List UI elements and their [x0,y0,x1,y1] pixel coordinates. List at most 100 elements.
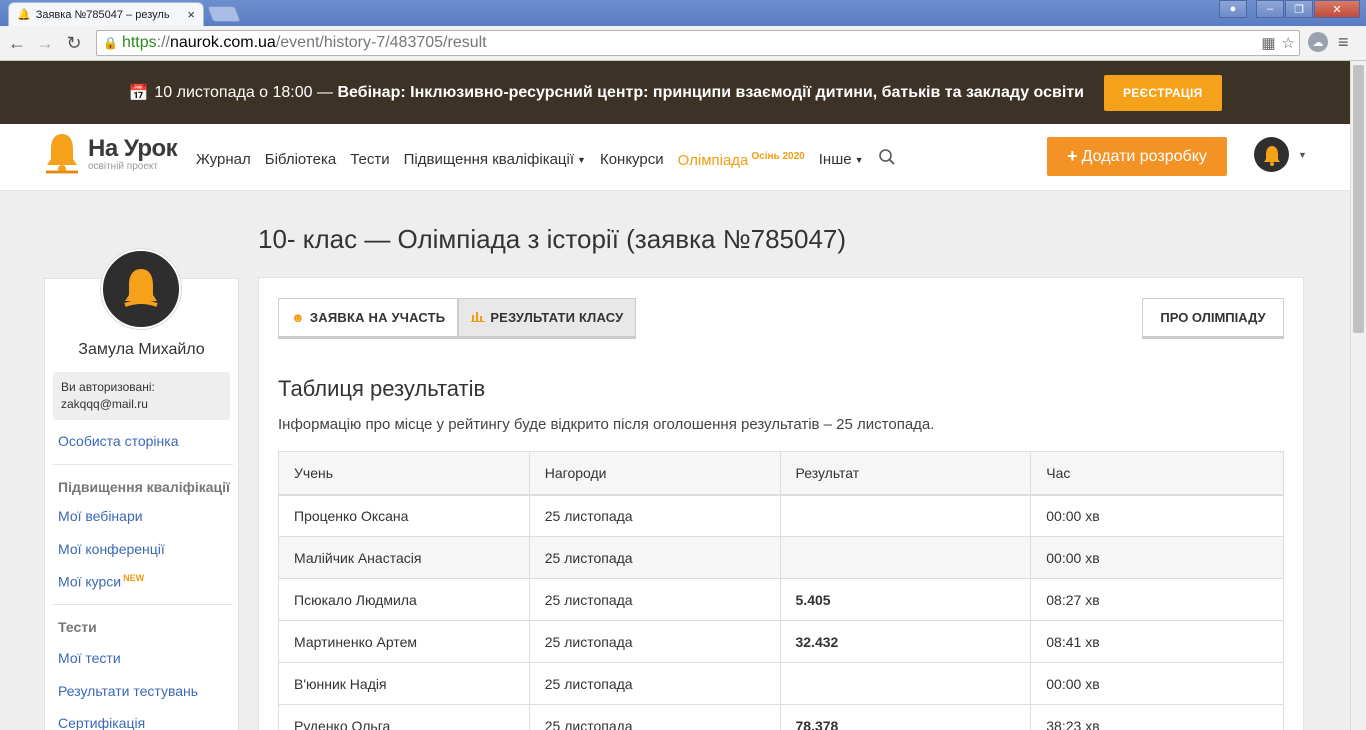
url-scheme: https [121,34,157,51]
bell-favicon-icon: 🔔 [17,9,31,21]
time-cell: 00:00 хв [1030,536,1284,579]
tab-class-results-label: РЕЗУЛЬТАТИ КЛАСУ [490,310,624,325]
chevron-down-icon: ▼ [577,155,586,166]
about-olympiad-button[interactable]: ПРО ОЛІМПІАДУ [1142,298,1284,339]
nav-other-label: Інше [818,151,852,168]
tab-class-results[interactable]: РЕЗУЛЬТАТИ КЛАСУ [458,298,637,339]
browser-titlebar: 🔔 Заявка №785047 – резуль × ● – ❐ ✕ [0,0,1366,26]
browser-toolbar: ← → ↻ 🔒 https://naurok.com.ua/event/hist… [0,26,1366,61]
page-viewport: 📅 10 листопада о 18:00 — Вебінар: Інклюз… [0,61,1350,730]
translate-icon[interactable]: ▦ [1261,34,1275,52]
user-profile-icon[interactable]: ● [1219,0,1247,18]
sidebar-divider [53,604,233,605]
new-badge: NEW [123,573,145,583]
nav-olympiad[interactable]: Олімпіада Осінь 2020 [678,151,805,169]
table-row: Малійчик Анастасія 25 листопада 00:00 хв [278,536,1284,579]
my-courses-link[interactable]: Мої курси NEW [58,573,144,590]
forward-arrow-icon[interactable]: → [34,32,56,54]
site-logo[interactable]: На Урок освітній проект [44,132,178,174]
calendar-icon: 📅 [128,84,149,102]
tab-application[interactable]: ☻ ЗАЯВКА НА УЧАСТЬ [278,298,459,339]
banner-webinar-title[interactable]: Вебінар: Інклюзивно-ресурсний центр: при… [337,84,1084,101]
address-bar[interactable]: 🔒 https://naurok.com.ua/event/history-7/… [96,30,1300,56]
test-results-link[interactable]: Результати тестувань [58,683,198,699]
search-icon[interactable] [878,148,896,171]
url-host: naurok.com.ua [169,34,276,51]
qualification-heading: Підвищення кваліфікації [58,479,230,495]
awards-cell: 25 листопада [528,620,781,663]
my-tests-link[interactable]: Мої тести [58,650,121,666]
bell-avatar-icon [124,269,158,307]
new-tab-button[interactable] [207,6,241,22]
window-close-icon[interactable]: ✕ [1314,0,1360,18]
student-cell: Проценко Оксана [278,494,530,537]
nav-other[interactable]: Інше ▼ [819,151,864,168]
tab-title: Заявка №785047 – резуль [35,8,170,21]
back-arrow-icon[interactable]: ← [6,32,28,54]
personal-page-link[interactable]: Особиста сторінка [58,433,179,449]
results-table: Учень Нагороди Результат Час Проценко Ок… [278,451,1284,730]
student-cell: Руденко Ольга [278,704,530,730]
url-path: /event/history-7/483705/result [275,34,487,51]
nav-tests[interactable]: Тести [350,151,389,168]
table-row: Проценко Оксана 25 листопада 00:00 хв [278,494,1284,537]
bookmark-star-icon[interactable]: ☆ [1282,34,1295,52]
my-conferences-link[interactable]: Мої конференції [58,541,165,557]
tab-application-label: ЗАЯВКА НА УЧАСТЬ [309,310,446,325]
result-cell: 78.378 [779,704,1032,730]
student-cell: Мартиненко Артем [278,620,530,663]
bar-chart-icon [471,310,486,325]
user-name: Замула Михайло [78,341,205,358]
register-button[interactable]: РЕЄСТРАЦІЯ [1103,74,1222,111]
tab-close-icon[interactable]: × [187,7,195,22]
auth-label: Ви авторизовані: [61,380,155,394]
user-menu-chevron-icon[interactable]: ▼ [1298,150,1307,160]
nav-contests[interactable]: Конкурси [600,151,664,168]
time-cell: 38:23 хв [1030,704,1284,730]
minimize-icon[interactable]: – [1256,0,1284,18]
url-separator: :// [156,34,170,51]
add-material-label: Додати розробку [1081,147,1207,165]
sidebar-divider [53,464,233,465]
result-cell: 32.432 [779,620,1032,663]
column-header-student: Учень [278,451,530,496]
result-cell [779,494,1032,537]
browser-tab[interactable]: 🔔 Заявка №785047 – резуль × [8,2,204,26]
page-title: 10- клас — Олімпіада з історії (заявка №… [258,224,847,254]
logo-name: На Урок [88,134,178,162]
webinar-banner: 📅 10 листопада о 18:00 — Вебінар: Інклюз… [0,61,1350,124]
reload-icon[interactable]: ↻ [63,32,85,54]
certification-link[interactable]: Сертифікація [58,715,145,730]
page-scrollbar[interactable] [1350,61,1366,730]
scrollbar-thumb[interactable] [1353,65,1364,333]
nav-library[interactable]: Бібліотека [265,151,336,168]
auth-email: zakqqq@mail.ru [61,397,148,411]
time-cell: 08:41 хв [1030,620,1284,663]
time-cell: 00:00 хв [1030,662,1284,705]
browser-menu-icon[interactable]: ≡ [1338,32,1349,53]
site-header: На Урок освітній проект Журнал Бібліотек… [0,124,1350,191]
student-cell: Малійчик Анастасія [278,536,530,579]
plus-icon: + [1067,146,1078,166]
nav-qualification[interactable]: Підвищення кваліфікації ▼ [404,151,586,168]
column-header-awards: Нагороди [528,451,781,496]
my-courses-label: Мої курси [58,573,122,590]
time-cell: 00:00 хв [1030,494,1284,537]
awards-cell: 25 листопада [528,536,781,579]
time-cell: 08:27 хв [1030,578,1284,621]
table-row: Псюкало Людмила 25 листопада 5.405 08:27… [278,578,1284,621]
olympiad-tabs: ☻ ЗАЯВКА НА УЧАСТЬ РЕЗУЛЬТАТИ КЛАСУ [278,298,637,339]
nav-journal[interactable]: Журнал [196,151,251,168]
nav-olympiad-label: Олімпіада [677,151,749,169]
restore-icon[interactable]: ❐ [1285,0,1313,18]
result-cell: 5.405 [779,578,1032,621]
add-material-button[interactable]: + Додати розробку [1047,137,1227,176]
my-webinars-link[interactable]: Мої вебінари [58,508,143,524]
avatar[interactable] [1254,137,1289,172]
table-header-row: Учень Нагороди Результат Час [278,451,1284,496]
user-avatar [101,249,181,329]
extension-icon[interactable]: ☁ [1308,32,1328,52]
banner-date: 10 листопада о 18:00 — [154,83,338,101]
olympiad-season-badge: Осінь 2020 [751,150,805,162]
section-title: Таблиця результатів [278,376,486,401]
